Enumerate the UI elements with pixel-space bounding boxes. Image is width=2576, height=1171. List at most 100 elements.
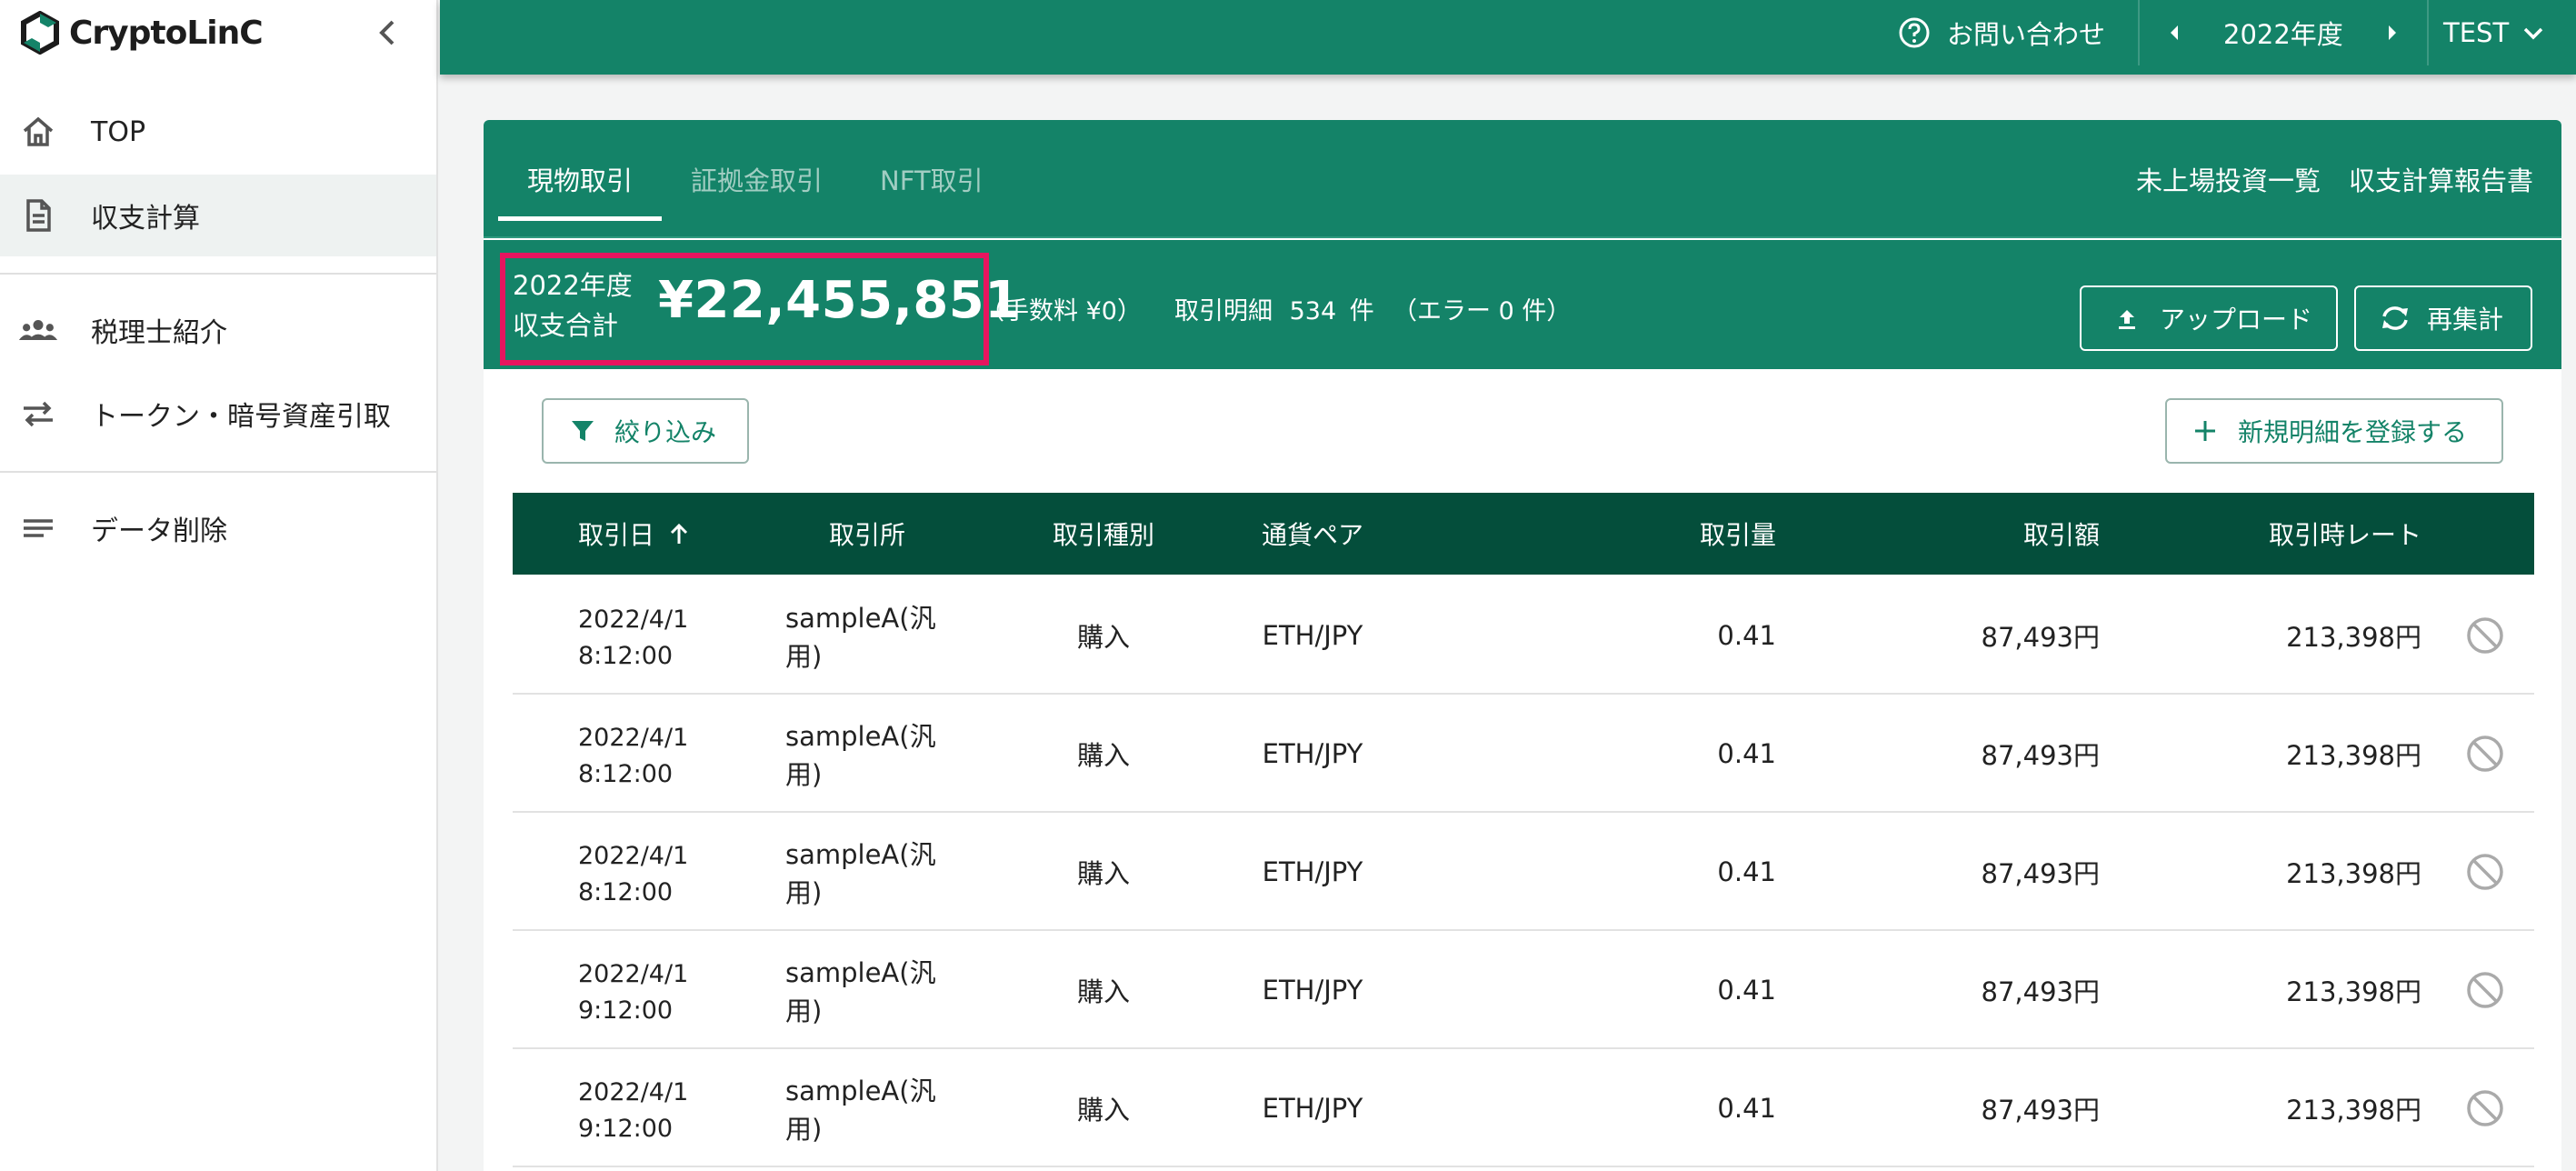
column-label: 取引時レート	[2268, 520, 2421, 550]
disable-row-button[interactable]	[2463, 576, 2507, 695]
column-label: 通貨ペア	[1261, 520, 1363, 550]
tab-margin-trading[interactable]: 証拠金取引	[691, 120, 823, 238]
income-report-link[interactable]: 収支計算報告書	[2349, 120, 2533, 238]
cell-pair: ETH/JPY	[1262, 738, 1363, 769]
upload-icon	[2119, 310, 2135, 329]
time-text: 9:12:00	[578, 996, 674, 1025]
cell-exchange: sampleA(汎用)	[785, 957, 936, 1026]
cell-value: 87,493円	[1981, 858, 2100, 889]
header-separator	[2138, 0, 2140, 65]
table-row[interactable]: 2022/4/1 9:12:00 sampleA(汎用) 購入 ETH/JPY 0…	[513, 931, 2534, 1049]
table-row[interactable]: 2022/4/1 8:12:00 sampleA(汎用) 購入 ETH/JPY 0…	[513, 695, 2534, 813]
cell-type: 購入	[1076, 976, 1130, 1007]
cell-date: 2022/4/1 9:12:00	[578, 1075, 688, 1147]
cell-value: 87,493円	[1981, 622, 2100, 653]
cell-pair: ETH/JPY	[1262, 856, 1363, 887]
disable-row-button[interactable]	[2463, 813, 2507, 931]
table-row[interactable]: 2022/4/1 8:12:00 sampleA(汎用) 購入 ETH/JPY 0…	[513, 813, 2534, 931]
detail-label: 取引明細	[1174, 297, 1273, 325]
upload-button[interactable]: アップロード	[2080, 285, 2338, 351]
prev-year-button[interactable]	[2167, 0, 2182, 65]
table-row[interactable]: 2022/4/1 8:12:00 sampleA(汎用) 購入 ETH/JPY 0…	[513, 576, 2534, 695]
cell-amount: 0.41	[1717, 975, 1776, 1006]
block-icon	[2467, 972, 2503, 1008]
column-header-date[interactable]: 取引日	[578, 493, 691, 575]
tab-label: NFT取引	[880, 165, 983, 196]
sidebar-item-tax-accountant[interactable]: 税理士紹介	[0, 289, 436, 371]
disable-row-button[interactable]	[2463, 1049, 2507, 1167]
tabs-bar: 現物取引 証拠金取引 NFT取引 未上場投資一覧 収支計算報告書	[484, 120, 2561, 238]
table-header: 取引日 取引所 取引種別 通貨ペア 取引量 取引額 取引時レート	[513, 493, 2534, 575]
disable-row-button[interactable]	[2463, 695, 2507, 813]
summary-total-value: ¥22,455,851	[658, 271, 1021, 330]
top-bar: お問い合わせ 2022年度 TEST	[440, 0, 2576, 75]
cell-rate: 213,398円	[2286, 740, 2421, 771]
time-text: 8:12:00	[578, 642, 674, 670]
filter-button[interactable]: 絞り込み	[542, 398, 749, 464]
column-header-rate[interactable]: 取引時レート	[2176, 493, 2421, 575]
column-label: 取引種別	[1052, 520, 1154, 550]
column-header-type[interactable]: 取引種別	[1022, 493, 1185, 575]
sidebar-divider	[0, 471, 436, 473]
cell-exchange: sampleA(汎用)	[785, 839, 936, 908]
transaction-count: 取引明細 534 件	[1174, 291, 1374, 326]
sidebar-item-label: 収支計算	[91, 203, 200, 235]
cell-pair: ETH/JPY	[1262, 1093, 1363, 1124]
summary-year: 2022年度	[513, 270, 633, 301]
block-icon	[2467, 854, 2503, 890]
sidebar-item-income-calc[interactable]: 収支計算	[0, 175, 436, 256]
year-label: 2022年度	[2223, 19, 2343, 50]
new-entry-button[interactable]: 新規明細を登録する	[2165, 398, 2503, 464]
sidebar-item-label: データ削除	[91, 515, 227, 547]
cell-type: 購入	[1076, 740, 1130, 771]
error-text: （エラー 0 件）	[1393, 297, 1572, 325]
people-icon	[18, 310, 58, 350]
sidebar-item-token-pickup[interactable]: トークン・暗号資産引取	[0, 373, 436, 455]
time-text: 8:12:00	[578, 878, 674, 906]
logo[interactable]: CryptoLinC	[18, 9, 264, 56]
sidebar-item-data-delete[interactable]: データ削除	[0, 487, 436, 569]
contact-button[interactable]: お問い合わせ	[1898, 0, 2105, 65]
table-row[interactable]: 2022/4/1 9:12:00 sampleA(汎用) 購入 ETH/JPY 0…	[513, 1049, 2534, 1167]
sidebar-item-top[interactable]: TOP	[0, 91, 436, 173]
link-label: 収支計算報告書	[2349, 165, 2534, 196]
cell-value: 87,493円	[1981, 740, 2100, 771]
block-icon	[2467, 736, 2503, 772]
column-header-pair[interactable]: 通貨ペア	[1222, 493, 1403, 575]
user-menu[interactable]: TEST	[2443, 0, 2545, 65]
column-label: 取引量	[1699, 520, 1776, 550]
lines-icon	[18, 508, 58, 548]
chevron-down-icon	[2523, 27, 2543, 40]
header-separator	[2427, 0, 2429, 65]
unlisted-investments-link[interactable]: 未上場投資一覧	[2136, 120, 2321, 238]
cell-rate: 213,398円	[2286, 622, 2421, 653]
tab-nft-trading[interactable]: NFT取引	[880, 120, 983, 238]
date-text: 2022/4/1	[578, 606, 689, 634]
column-header-value[interactable]: 取引額	[1858, 493, 2100, 575]
caret-right-icon	[2389, 25, 2396, 40]
cell-exchange: sampleA(汎用)	[785, 1076, 936, 1145]
date-text: 2022/4/1	[578, 842, 689, 870]
collapse-sidebar-button[interactable]	[373, 15, 402, 51]
cell-amount: 0.41	[1717, 856, 1776, 887]
date-text: 2022/4/1	[578, 960, 689, 988]
user-label: TEST	[2443, 17, 2510, 48]
cell-amount: 0.41	[1717, 738, 1776, 769]
column-header-amount[interactable]: 取引量	[1549, 493, 1776, 575]
next-year-button[interactable]	[2385, 0, 2400, 65]
swap-arrows-icon	[18, 394, 58, 434]
cell-rate: 213,398円	[2286, 976, 2421, 1007]
cell-value: 87,493円	[1981, 976, 2100, 1007]
time-text: 9:12:00	[578, 1115, 674, 1143]
column-header-exchange[interactable]: 取引所	[785, 493, 949, 575]
tab-label: 現物取引	[527, 165, 634, 196]
column-label: 取引所	[828, 520, 905, 550]
disable-row-button[interactable]	[2463, 931, 2507, 1049]
upload-label: アップロード	[2160, 305, 2313, 335]
recalculate-button[interactable]: 再集計	[2354, 285, 2532, 351]
main-card: 現物取引 証拠金取引 NFT取引 未上場投資一覧 収支計算報告書 2022年度 …	[484, 120, 2561, 1171]
year-selector[interactable]: 2022年度	[2223, 0, 2343, 65]
sidebar-item-label: トークン・暗号資産引取	[91, 401, 391, 433]
date-text: 2022/4/1	[578, 1078, 689, 1106]
cell-exchange: sampleA(汎用)	[785, 721, 936, 790]
